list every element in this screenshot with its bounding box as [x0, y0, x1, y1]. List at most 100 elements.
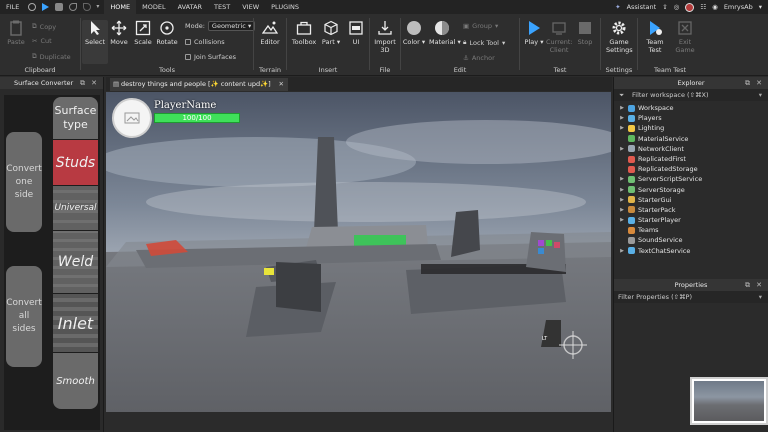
convert-one-side-button[interactable]: Convert one side: [6, 132, 42, 232]
tab-test[interactable]: TEST: [208, 0, 236, 14]
collisions-checkbox[interactable]: [185, 39, 191, 45]
explorer-item[interactable]: Teams: [614, 225, 768, 235]
play-button[interactable]: Play ▾: [521, 20, 547, 46]
surface-option-inlet[interactable]: Inlet: [53, 294, 98, 352]
viewport-thumbnail[interactable]: [690, 377, 768, 425]
chevron-down-icon[interactable]: ▾: [96, 3, 102, 11]
explorer-item[interactable]: ▶ TextChatService: [614, 246, 768, 256]
stop-icon[interactable]: [55, 3, 64, 11]
chevron-down-icon[interactable]: ▾: [759, 291, 762, 303]
expand-arrow-icon[interactable]: ▶: [618, 246, 626, 256]
dock-icon[interactable]: ⧉: [745, 279, 750, 291]
material-button[interactable]: Material ▾: [429, 20, 461, 46]
expand-arrow-icon[interactable]: ▶: [618, 144, 626, 154]
join-surfaces-toggle[interactable]: Join Surfaces: [185, 53, 236, 61]
collaborators-icon[interactable]: ☷: [700, 3, 706, 11]
close-icon[interactable]: ✕: [279, 78, 284, 91]
explorer-item[interactable]: ▶ Players: [614, 113, 768, 123]
username[interactable]: EmrysAb: [724, 3, 753, 11]
help-icon[interactable]: ◎: [674, 3, 680, 11]
explorer-item[interactable]: ReplicatedStorage: [614, 164, 768, 174]
play-icon[interactable]: [42, 3, 50, 11]
scene-render[interactable]: [106, 92, 611, 412]
3d-viewport[interactable]: PlayerName 100/100 LT: [106, 92, 611, 412]
explorer-item[interactable]: ▶ NetworkClient: [614, 144, 768, 154]
group-button[interactable]: ▣ Group ▾: [463, 22, 498, 30]
current-client-button[interactable]: Current: Client: [546, 20, 573, 54]
tab-plugins[interactable]: PLUGINS: [265, 0, 305, 14]
chevron-down-icon[interactable]: ▾: [759, 89, 762, 101]
scale-tool-button[interactable]: Scale: [130, 20, 156, 46]
surface-option-studs[interactable]: Studs: [53, 140, 98, 185]
lock-tool-button[interactable]: 🔒︎ Lock Tool ▾: [463, 38, 505, 47]
assistant-button[interactable]: Assistant: [627, 3, 657, 11]
explorer-item[interactable]: ▶ Workspace: [614, 103, 768, 113]
game-settings-button[interactable]: Game Settings: [606, 20, 633, 54]
expand-arrow-icon[interactable]: ▶: [618, 185, 626, 195]
paste-button[interactable]: Paste: [3, 20, 29, 46]
settings-icon[interactable]: [28, 3, 37, 11]
surface-option-universal[interactable]: Universal: [53, 186, 98, 230]
color-button[interactable]: Color ▾: [401, 20, 427, 46]
explorer-item[interactable]: ▶ StarterPack: [614, 205, 768, 215]
stop-button[interactable]: Stop: [572, 20, 598, 46]
tab-model[interactable]: MODEL: [136, 0, 171, 14]
image-placeholder-icon: [124, 112, 140, 124]
chevron-down-icon[interactable]: ▾: [759, 3, 762, 11]
import-3d-button[interactable]: Import 3D: [372, 20, 398, 54]
tab-home[interactable]: HOME: [104, 0, 137, 14]
dock-icon[interactable]: ⧉: [80, 77, 85, 89]
copy-button[interactable]: ⧉ Copy: [32, 22, 56, 31]
properties-filter-input[interactable]: Filter Properties (⇧⌘P) ▾: [614, 291, 768, 303]
terrain-editor-button[interactable]: Editor: [257, 20, 283, 46]
team-test-button[interactable]: Team Test: [642, 20, 668, 54]
close-icon[interactable]: ✕: [91, 77, 97, 89]
exit-game-button[interactable]: Exit Game: [672, 20, 698, 54]
explorer-item[interactable]: ▶ StarterGui: [614, 195, 768, 205]
expand-arrow-icon[interactable]: ▶: [618, 205, 626, 215]
select-tool-button[interactable]: Select: [82, 20, 108, 64]
collisions-toggle[interactable]: Collisions: [185, 38, 225, 46]
user-avatar[interactable]: [685, 2, 695, 12]
dock-icon[interactable]: ⧉: [745, 77, 750, 89]
ui-button[interactable]: UI: [343, 20, 369, 46]
expand-arrow-icon[interactable]: ▶: [618, 103, 626, 113]
explorer-item[interactable]: ▶ ServerStorage: [614, 185, 768, 195]
explorer-item[interactable]: ▶ Lighting: [614, 123, 768, 133]
tab-view[interactable]: VIEW: [236, 0, 265, 14]
file-menu[interactable]: FILE: [0, 0, 25, 14]
close-icon[interactable]: ✕: [756, 279, 762, 291]
explorer-item[interactable]: SoundService: [614, 235, 768, 245]
convert-all-sides-button[interactable]: Convert all sides: [6, 266, 42, 367]
move-tool-button[interactable]: Move: [106, 20, 132, 46]
explorer-item[interactable]: ReplicatedFirst: [614, 154, 768, 164]
place-tab[interactable]: ▤ destroy things and people [✨ content u…: [110, 78, 288, 91]
surface-option-weld[interactable]: Weld: [53, 231, 98, 293]
expand-arrow-icon[interactable]: ▶: [618, 113, 626, 123]
redo-icon[interactable]: [83, 3, 92, 11]
explorer-item[interactable]: MaterialService: [614, 134, 768, 144]
anchor-button[interactable]: ⚓︎ Anchor: [463, 54, 495, 62]
expand-arrow-icon[interactable]: ▶: [618, 174, 626, 184]
expand-arrow-icon[interactable]: ▶: [618, 123, 626, 133]
cut-button[interactable]: ✂ Cut: [32, 37, 52, 45]
mode-select[interactable]: Geometric ▾: [207, 21, 256, 31]
assistant-icon[interactable]: ✦: [615, 3, 620, 11]
close-icon[interactable]: ✕: [756, 77, 762, 89]
rotate-tool-button[interactable]: Rotate: [154, 20, 180, 46]
expand-arrow-icon[interactable]: ▶: [618, 215, 626, 225]
part-button[interactable]: Part ▾: [318, 20, 344, 46]
explorer-filter-input[interactable]: ⏷ Filter workspace (⇧⌘X) ▾: [614, 89, 768, 101]
expand-arrow-icon[interactable]: ▶: [618, 195, 626, 205]
tab-avatar[interactable]: AVATAR: [172, 0, 208, 14]
undo-icon[interactable]: [69, 3, 78, 11]
toolbox-button[interactable]: Toolbox: [291, 20, 317, 46]
surface-option-smooth[interactable]: Smooth: [53, 353, 98, 409]
explorer-item[interactable]: ▶ StarterPlayer: [614, 215, 768, 225]
explorer-item[interactable]: ▶ ServerScriptService: [614, 174, 768, 184]
join-surfaces-checkbox[interactable]: [185, 54, 191, 60]
share-icon[interactable]: ⇪: [662, 3, 667, 11]
lt-button-icon[interactable]: LT: [542, 336, 547, 342]
duplicate-button[interactable]: ⧉ Duplicate: [32, 52, 71, 61]
notifications-icon[interactable]: ◉: [712, 3, 718, 11]
